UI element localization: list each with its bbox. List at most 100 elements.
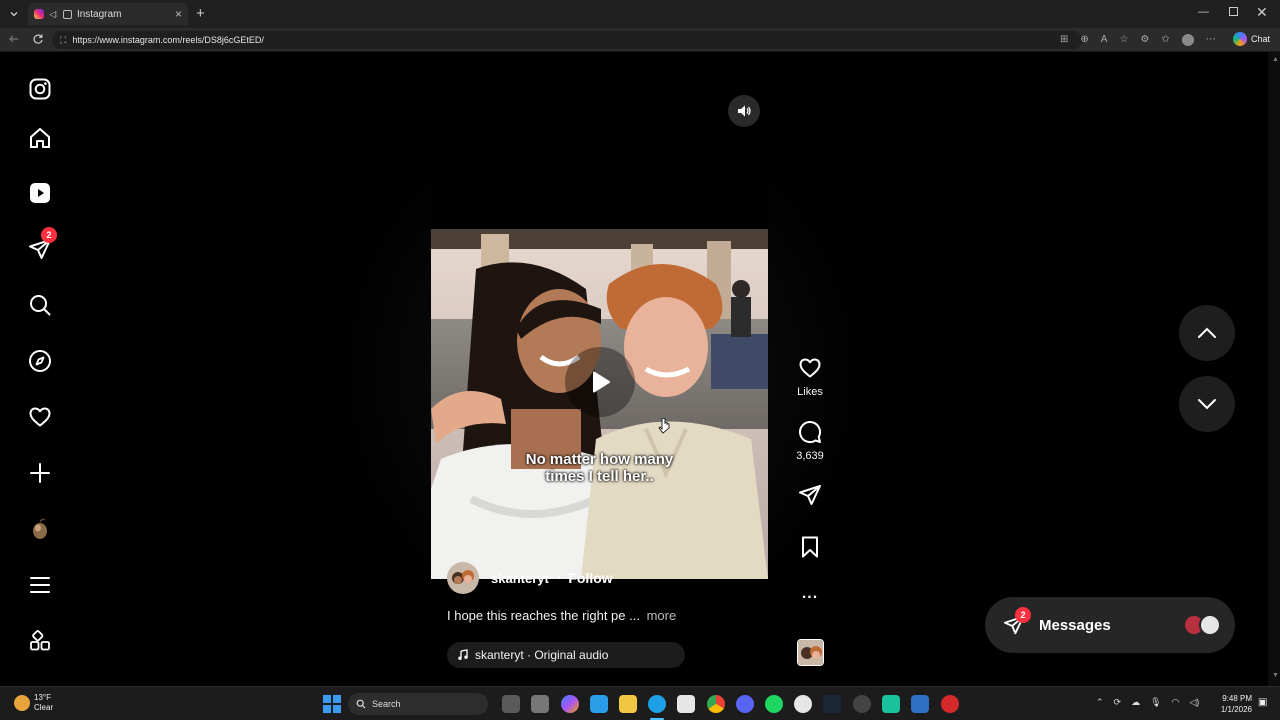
tray-chevron-icon[interactable]: ⌃ [1096, 697, 1104, 708]
more-menu-icon[interactable] [26, 571, 54, 599]
site-info-icon[interactable]: ⛶ [60, 35, 66, 46]
app-icon-4[interactable] [911, 695, 929, 713]
read-aloud-icon[interactable]: A [1101, 34, 1108, 46]
volume-toggle-button[interactable] [728, 95, 760, 127]
like-action[interactable]: Likes [790, 356, 830, 398]
audio-pill[interactable]: skanteryt · Original audio [447, 642, 685, 668]
instagram-favicon-icon [34, 9, 44, 19]
weather-widget[interactable]: 13°F Clear [14, 693, 53, 713]
tray-wifi-icon[interactable]: ◠ [1172, 697, 1180, 708]
scroll-down-arrow-icon[interactable]: ▼ [1272, 672, 1279, 679]
reel-video-frame[interactable] [431, 229, 768, 579]
tab-actions-chevron-icon[interactable] [8, 8, 20, 20]
page-scrollbar[interactable]: ▲ ▼ [1268, 52, 1280, 686]
profile-icon[interactable] [1181, 34, 1194, 46]
speaker-icon [738, 105, 751, 117]
new-tab-button[interactable]: + [196, 5, 205, 22]
comment-action[interactable]: 3,639 [790, 420, 830, 462]
next-reel-button[interactable] [1179, 376, 1235, 432]
address-bar: ⛶ https://www.instagram.com/reels/DS8j6c… [0, 28, 1280, 52]
description-text: I hope this reaches the right pe ... [447, 608, 640, 623]
audio-thumbnail[interactable] [797, 639, 824, 666]
extensions-icon[interactable]: ⚙ [1140, 34, 1149, 46]
windows-taskbar: 13°F Clear Search ⌃ ⟳ ☁ 🎙︎ ◠ ◁) 9:48 PM … [0, 686, 1280, 720]
taskbar-search-icon [356, 699, 366, 709]
minimize-button[interactable]: — [1198, 6, 1209, 18]
tab-close-icon[interactable]: × [175, 7, 182, 21]
spotify-icon[interactable] [765, 695, 783, 713]
taskbar-search-label: Search [372, 699, 401, 709]
copilot-app-icon[interactable] [561, 695, 579, 713]
tray-cloud-icon[interactable]: ☁ [1131, 697, 1140, 708]
save-action[interactable] [790, 535, 830, 559]
chevron-up-icon [1198, 327, 1216, 338]
reels-icon[interactable] [26, 179, 54, 207]
explore-icon[interactable] [26, 347, 54, 375]
address-bar-tools: ⊞ ⊕ A ☆ ⚙ ✩ ⋯ [1060, 34, 1216, 46]
instagram-page: 2 No matter how many times I tell her.. … [0, 52, 1280, 686]
tab-favicon-2-icon [62, 9, 72, 19]
tray-mic-icon[interactable]: 🎙︎ [1150, 697, 1161, 708]
browser-menu-icon[interactable]: ⋯ [1206, 34, 1216, 46]
search-icon[interactable] [26, 291, 54, 319]
favorite-star-icon[interactable]: ☆ [1119, 34, 1128, 46]
xbox-icon[interactable] [794, 695, 812, 713]
reel-card[interactable]: No matter how many times I tell her.. sk… [431, 85, 768, 685]
url-field[interactable]: ⛶ https://www.instagram.com/reels/DS8j6c… [52, 31, 1082, 49]
messages-pill[interactable]: 2 Messages [985, 597, 1235, 653]
maximize-button[interactable] [1229, 7, 1238, 16]
play-icon [593, 371, 610, 393]
app-icon-1[interactable] [590, 695, 608, 713]
also-from-meta-icon[interactable] [26, 627, 54, 655]
author-name[interactable]: skanteryt [491, 571, 549, 586]
taskbar-search[interactable]: Search [348, 693, 488, 715]
scroll-up-arrow-icon[interactable]: ▲ [1272, 56, 1279, 63]
contact-avatar-2 [1199, 614, 1221, 636]
app-icon-2[interactable] [853, 695, 871, 713]
store-icon[interactable] [677, 695, 695, 713]
copilot-chat-button[interactable]: Chat [1233, 32, 1270, 46]
share-icon [799, 485, 821, 505]
reload-icon[interactable] [32, 33, 44, 45]
app-icon-5[interactable] [941, 695, 959, 713]
back-icon[interactable] [8, 33, 20, 45]
video-caption-overlay: No matter how many times I tell her.. [431, 451, 768, 485]
create-icon[interactable] [26, 459, 54, 487]
messages-icon[interactable]: 2 [26, 227, 57, 263]
tray-sync-icon[interactable]: ⟳ [1114, 697, 1122, 708]
app-icon-3[interactable] [882, 695, 900, 713]
share-action[interactable] [790, 483, 830, 507]
steam-icon[interactable] [823, 695, 841, 713]
app-available-icon[interactable]: ⊞ [1060, 34, 1068, 46]
weather-condition: Clear [34, 703, 54, 712]
messages-pill-badge: 2 [1015, 607, 1031, 623]
discord-icon[interactable] [736, 695, 754, 713]
author-avatar[interactable] [447, 562, 479, 594]
chrome-icon[interactable] [707, 695, 725, 713]
home-icon[interactable] [26, 124, 54, 152]
tab-mute-icon[interactable]: ◁⦙ [49, 9, 58, 20]
tab-title: Instagram [76, 8, 122, 20]
edge-icon[interactable] [648, 695, 666, 713]
file-explorer-icon[interactable] [619, 695, 637, 713]
zoom-icon[interactable]: ⊕ [1080, 34, 1088, 46]
sidebar: 2 [14, 66, 66, 676]
caption-line-2: times I tell her.. [545, 468, 654, 485]
clock[interactable]: 9:48 PM 1/1/2026 [1216, 693, 1252, 715]
previous-reel-button[interactable] [1179, 305, 1235, 361]
notifications-icon[interactable] [26, 403, 54, 431]
start-button[interactable] [323, 695, 341, 713]
more-options-button[interactable]: ... [790, 585, 830, 603]
instagram-logo-icon[interactable] [26, 75, 54, 103]
follow-button[interactable]: Follow [568, 570, 612, 586]
profile-avatar[interactable] [26, 515, 54, 543]
tray-volume-icon[interactable]: ◁) [1189, 697, 1199, 708]
terminal-icon[interactable] [531, 695, 549, 713]
tab-instagram[interactable]: ◁⦙ Instagram × [28, 3, 188, 25]
window-close-button[interactable]: ✕ [1256, 4, 1268, 21]
notification-center-icon[interactable]: ▣ [1258, 697, 1267, 708]
task-view-icon[interactable] [502, 695, 520, 713]
favorites-icon[interactable]: ✩ [1161, 34, 1169, 46]
more-link[interactable]: more [647, 608, 677, 623]
play-button[interactable] [565, 347, 635, 417]
